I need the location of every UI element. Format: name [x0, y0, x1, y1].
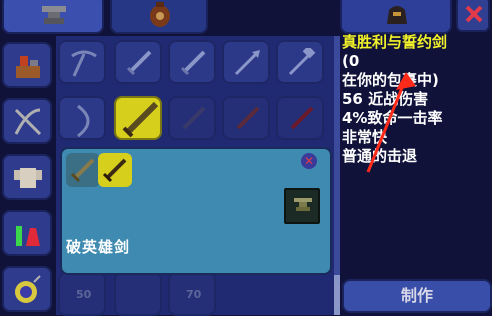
bow-icon: [77, 104, 90, 138]
craft-button[interactable]: 制作: [342, 279, 492, 313]
category-potions[interactable]: [2, 210, 52, 256]
category-misc[interactable]: [2, 266, 52, 312]
sword-icon: [126, 50, 152, 76]
close-button[interactable]: [456, 0, 490, 32]
pickaxe-icon: [71, 50, 97, 77]
ingredient-slot-1[interactable]: [66, 153, 100, 187]
popup-close-icon[interactable]: ✕: [301, 153, 317, 169]
crossed-weapons-icon: [14, 108, 42, 136]
recipe-slot-faint-1[interactable]: 50: [58, 272, 106, 316]
annotation-arrow: [366, 72, 416, 173]
helmet-icon: [387, 6, 407, 24]
spear-icon: [234, 50, 260, 76]
faint-count: 70: [186, 288, 202, 301]
tab-equipment[interactable]: [340, 0, 452, 34]
crafting-station-icon: [16, 56, 40, 78]
recipe-slot-dark-blade[interactable]: [168, 96, 216, 140]
category-weapons[interactable]: [2, 98, 52, 144]
faint-count: 50: [76, 288, 92, 301]
recipe-slot-pickaxe[interactable]: [58, 40, 106, 84]
popup-item-title: 破英雄剑: [66, 238, 131, 256]
anvil-icon: [42, 6, 66, 24]
sword-icon: [180, 50, 206, 76]
recipe-slot-blade-2[interactable]: [222, 96, 270, 140]
broken-sword-icon: [70, 158, 95, 183]
sword-icon: [290, 106, 314, 130]
sword-icon: [236, 106, 260, 130]
bomb-icon: [15, 275, 41, 303]
sword-icon: [122, 101, 159, 138]
ingredient-slot-2[interactable]: [98, 153, 132, 187]
recipe-slot-sword-2[interactable]: [168, 40, 216, 84]
anvil-icon: [294, 198, 312, 211]
category-armor[interactable]: [2, 154, 52, 200]
recipe-slot-faint-3[interactable]: 70: [168, 272, 216, 316]
potion-icon: [16, 226, 40, 246]
recipe-slot-spear[interactable]: [222, 40, 270, 84]
close-icon: [465, 5, 483, 23]
recipe-slot-blade-3[interactable]: [276, 96, 324, 140]
hammer-icon: [288, 48, 316, 76]
recipe-slot-bow[interactable]: [58, 96, 106, 140]
sword-icon: [102, 158, 127, 183]
category-crafting-stations[interactable]: [2, 42, 52, 88]
recipe-slot-hammer[interactable]: [276, 40, 324, 84]
required-station: [284, 188, 320, 224]
recipe-slot-sword-1[interactable]: [114, 40, 162, 84]
recipe-slot-selected[interactable]: [114, 96, 162, 140]
tab-crafting[interactable]: [2, 0, 104, 34]
recipe-slot-faint-2[interactable]: [114, 272, 162, 316]
armor-icon: [14, 168, 42, 188]
bag-icon: [150, 2, 170, 27]
tab-inventory[interactable]: [110, 0, 208, 34]
sword-icon: [182, 106, 206, 130]
scrollbar-thumb[interactable]: [334, 275, 340, 315]
item-name: 真胜利与誓约剑: [342, 33, 448, 51]
recipe-scrollbar[interactable]: [334, 36, 340, 315]
